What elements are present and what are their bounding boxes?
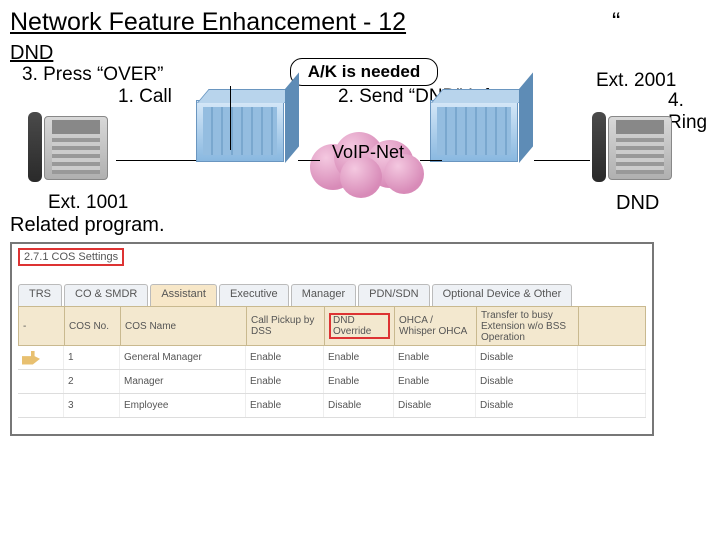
tab-executive[interactable]: Executive: [219, 284, 289, 306]
stray-quote: “: [612, 8, 620, 37]
tab-co-smdr[interactable]: CO & SMDR: [64, 284, 148, 306]
step-3-label: 3. Press “OVER”: [22, 64, 163, 86]
col-call-pickup[interactable]: Call Pickup by DSS: [247, 307, 325, 345]
hand-icon: [22, 351, 40, 365]
col-cos-no[interactable]: COS No.: [65, 307, 121, 345]
ext-2001-label: Ext. 2001: [596, 70, 676, 92]
tab-trs[interactable]: TRS: [18, 284, 62, 306]
link-line: [116, 160, 196, 161]
dnd-right-label: DND: [616, 192, 659, 215]
link-line: [420, 160, 442, 161]
col-ohca[interactable]: OHCA / Whisper OHCA: [395, 307, 477, 345]
phone-right-icon: [590, 108, 680, 188]
table-row[interactable]: 3 Employee Enable Disable Disable Disabl…: [18, 394, 646, 418]
pbx-left-icon: [196, 100, 284, 162]
ext-1001-label: Ext. 1001: [48, 192, 128, 214]
page-title: Network Feature Enhancement - 12: [10, 8, 406, 37]
tab-manager[interactable]: Manager: [291, 284, 356, 306]
table-row[interactable]: 1 General Manager Enable Enable Enable D…: [18, 346, 646, 370]
phone-left-icon: [26, 108, 116, 188]
step-1-label: 1. Call: [118, 86, 172, 108]
related-program-heading: Related program.: [10, 214, 165, 237]
tab-assistant[interactable]: Assistant: [150, 284, 217, 306]
tab-pdn-sdn[interactable]: PDN/SDN: [358, 284, 430, 306]
ak-needed-box: A/K is needed: [290, 58, 438, 86]
tab-optional[interactable]: Optional Device & Other: [432, 284, 573, 306]
col-spacer: [579, 307, 645, 345]
col-transfer[interactable]: Transfer to busy Extension w/o BSS Opera…: [477, 307, 579, 345]
col-selector[interactable]: -: [19, 307, 65, 345]
cos-table-header: - COS No. COS Name Call Pickup by DSS DN…: [18, 306, 646, 346]
link-line: [534, 160, 590, 161]
pbx-right-icon: [430, 100, 518, 162]
cos-settings-title: 2.7.1 COS Settings: [18, 248, 124, 266]
callout-line: [230, 86, 231, 150]
cos-settings-panel: 2.7.1 COS Settings TRS CO & SMDR Assista…: [10, 242, 654, 436]
voip-cloud-label: VoIP-Net: [332, 142, 404, 163]
cos-tabs: TRS CO & SMDR Assistant Executive Manage…: [18, 284, 646, 306]
dnd-heading: DND: [10, 42, 53, 65]
col-cos-name[interactable]: COS Name: [121, 307, 247, 345]
cos-table-rows: 1 General Manager Enable Enable Enable D…: [18, 346, 646, 418]
col-dnd-override[interactable]: DND Override: [325, 307, 395, 345]
table-row[interactable]: 2 Manager Enable Enable Enable Disable: [18, 370, 646, 394]
link-line: [298, 160, 320, 161]
